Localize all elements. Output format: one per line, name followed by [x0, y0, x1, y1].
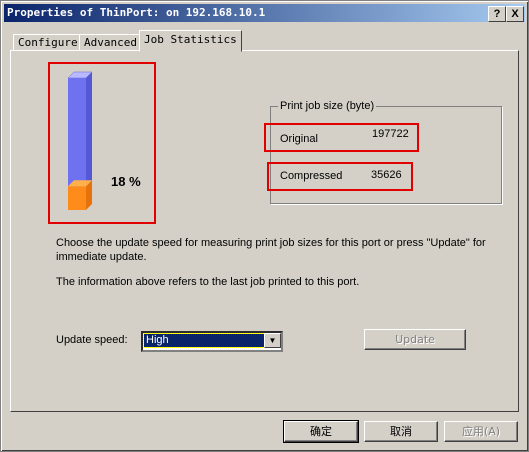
original-highlight-box	[264, 123, 419, 152]
apply-button[interactable]: 应用(A)	[444, 421, 518, 442]
window-title: Properties of ThinPort: on 192.168.10.1	[7, 6, 266, 19]
cancel-button[interactable]: 取消	[364, 421, 438, 442]
chevron-down-icon[interactable]: ▼	[264, 333, 281, 348]
ok-button[interactable]: 确定	[283, 420, 359, 443]
update-speed-value: High	[143, 333, 265, 348]
help-button[interactable]: ?	[488, 6, 506, 22]
update-speed-select[interactable]: High ▼	[141, 331, 283, 352]
info-text-line-2: immediate update.	[56, 251, 147, 263]
close-button[interactable]: X	[506, 6, 524, 22]
gauge-highlight-box	[48, 62, 156, 224]
tab-job-statistics[interactable]: Job Statistics	[139, 30, 242, 52]
info-text-line-3: The information above refers to the last…	[56, 276, 360, 288]
info-text-line-1: Choose the update speed for measuring pr…	[56, 237, 486, 249]
title-bar[interactable]: Properties of ThinPort: on 192.168.10.1 …	[4, 4, 525, 22]
tab-advanced[interactable]: Advanced	[79, 34, 142, 51]
update-speed-label: Update speed:	[56, 334, 128, 346]
tab-configure[interactable]: Configure	[13, 34, 83, 51]
print-job-size-group-label: Print job size (byte)	[278, 100, 377, 112]
update-button[interactable]: Update	[364, 329, 466, 350]
compressed-highlight-box	[267, 162, 413, 191]
